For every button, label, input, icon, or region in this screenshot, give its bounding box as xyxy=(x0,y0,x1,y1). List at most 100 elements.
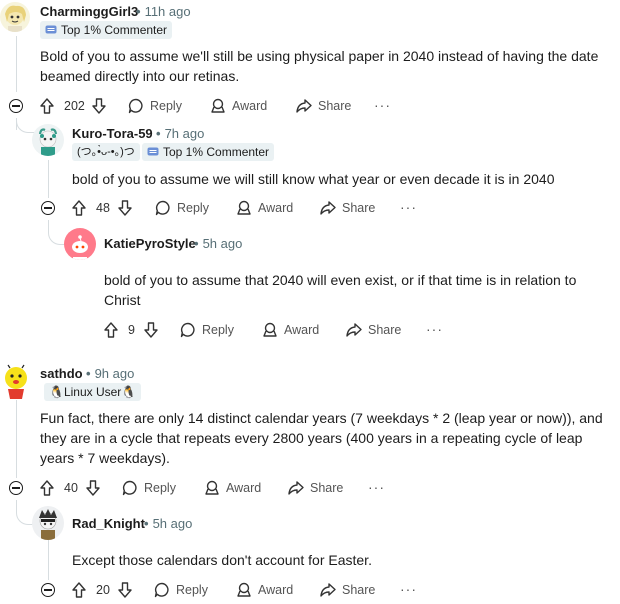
downvote-button[interactable] xyxy=(144,320,158,340)
reply-button[interactable]: Reply xyxy=(122,478,176,498)
share-icon xyxy=(346,323,362,337)
reply-label: Reply xyxy=(202,323,234,337)
downvote-icon xyxy=(118,200,132,216)
share-label: Share xyxy=(342,583,376,597)
award-label: Award xyxy=(258,583,294,597)
upvote-button[interactable] xyxy=(40,96,54,116)
user-emoji-flair: (つ｡•̀ᴗ-•｡)つ xyxy=(72,143,140,161)
share-label: Share xyxy=(310,481,344,495)
reply-label: Reply xyxy=(176,583,208,597)
reply-icon xyxy=(155,200,170,216)
reply-icon xyxy=(154,582,169,598)
vote-count: 48 xyxy=(96,201,110,215)
comment-body: bold of you to assume that 2040 will eve… xyxy=(104,272,577,308)
comment-body: Fun fact, there are only 14 distinct cal… xyxy=(40,410,603,466)
thread-line xyxy=(16,400,17,478)
downvote-icon xyxy=(118,582,132,598)
comment-body: Except those calendars don't account for… xyxy=(72,552,372,568)
reply-label: Reply xyxy=(177,201,209,215)
upvote-button[interactable] xyxy=(72,580,86,600)
flair-comment-icon xyxy=(147,147,159,156)
timestamp[interactable]: • 11h ago xyxy=(136,4,191,19)
username[interactable]: Kuro-Tora-59 xyxy=(72,126,153,141)
separator-dot: • xyxy=(144,516,149,531)
award-button[interactable]: Award xyxy=(236,580,293,600)
collapse-thread-button[interactable] xyxy=(9,481,23,495)
timestamp[interactable]: • 9h ago xyxy=(86,366,134,381)
time-text: 5h ago xyxy=(152,516,193,531)
more-options-button[interactable]: ··· xyxy=(426,321,443,337)
avatar[interactable] xyxy=(64,228,96,260)
award-button[interactable]: Award xyxy=(262,320,319,340)
upvote-button[interactable] xyxy=(72,198,86,218)
upvote-button[interactable] xyxy=(40,478,54,498)
reply-icon xyxy=(128,98,143,114)
reply-button[interactable]: Reply xyxy=(180,320,234,340)
award-button[interactable]: Award xyxy=(204,478,261,498)
reply-button[interactable]: Reply xyxy=(128,96,182,116)
downvote-button[interactable] xyxy=(92,96,106,116)
collapse-thread-button[interactable] xyxy=(9,99,23,113)
share-button[interactable]: Share xyxy=(320,580,375,600)
upvote-icon xyxy=(72,582,86,598)
share-icon xyxy=(288,481,304,495)
upvote-icon xyxy=(40,480,54,496)
downvote-button[interactable] xyxy=(86,478,100,498)
reply-button[interactable]: Reply xyxy=(154,580,208,600)
time-text: 9h ago xyxy=(94,366,135,381)
award-button[interactable]: Award xyxy=(236,198,293,218)
user-flair: Top 1% Commenter xyxy=(142,143,275,161)
vote-count: 20 xyxy=(96,583,110,597)
award-icon xyxy=(205,480,219,495)
timestamp[interactable]: • 7h ago xyxy=(156,126,204,141)
more-options-button[interactable]: ··· xyxy=(368,479,385,495)
reply-button[interactable]: Reply xyxy=(155,198,209,218)
time-text: 11h ago xyxy=(144,4,191,19)
share-button[interactable]: Share xyxy=(296,96,351,116)
award-icon xyxy=(237,582,251,597)
more-options-button[interactable]: ··· xyxy=(400,199,417,215)
award-icon xyxy=(263,322,277,337)
separator-dot: • xyxy=(156,126,161,141)
time-text: 7h ago xyxy=(164,126,205,141)
share-label: Share xyxy=(368,323,402,337)
share-button[interactable]: Share xyxy=(346,320,401,340)
separator-dot: • xyxy=(86,366,91,381)
comment-body: bold of you to assume we will still know… xyxy=(72,171,555,187)
more-options-button[interactable]: ··· xyxy=(400,581,417,597)
share-button[interactable]: Share xyxy=(320,198,375,218)
upvote-button[interactable] xyxy=(104,320,118,340)
award-button[interactable]: Award xyxy=(210,96,267,116)
share-icon xyxy=(320,583,336,597)
award-icon xyxy=(211,98,225,113)
downvote-button[interactable] xyxy=(118,580,132,600)
award-label: Award xyxy=(258,201,294,215)
flair-text: Top 1% Commenter xyxy=(61,23,168,37)
avatar[interactable] xyxy=(32,124,64,156)
collapse-thread-button[interactable] xyxy=(41,201,55,215)
separator-dot: • xyxy=(136,4,141,19)
share-button[interactable]: Share xyxy=(288,478,343,498)
avatar[interactable] xyxy=(0,2,30,32)
username[interactable]: CharminggGirl3 xyxy=(40,4,138,19)
upvote-icon xyxy=(104,322,118,338)
downvote-button[interactable] xyxy=(118,198,132,218)
collapse-thread-button[interactable] xyxy=(41,583,55,597)
timestamp[interactable]: • 5h ago xyxy=(144,516,192,531)
avatar[interactable] xyxy=(32,506,64,540)
username[interactable]: sathdo xyxy=(40,366,83,381)
thread-connector xyxy=(16,118,35,133)
reply-icon xyxy=(122,480,137,496)
thread-line xyxy=(48,540,49,580)
downvote-icon xyxy=(144,322,158,338)
timestamp[interactable]: • 5h ago xyxy=(194,236,242,251)
flair-comment-icon xyxy=(45,25,57,34)
avatar[interactable] xyxy=(0,364,32,400)
share-icon xyxy=(296,99,312,113)
share-label: Share xyxy=(342,201,376,215)
award-label: Award xyxy=(226,481,262,495)
username[interactable]: Rad_Knight xyxy=(72,516,145,531)
share-label: Share xyxy=(318,99,352,113)
username[interactable]: KatiePyroStyle xyxy=(104,236,196,251)
more-options-button[interactable]: ··· xyxy=(374,97,391,113)
